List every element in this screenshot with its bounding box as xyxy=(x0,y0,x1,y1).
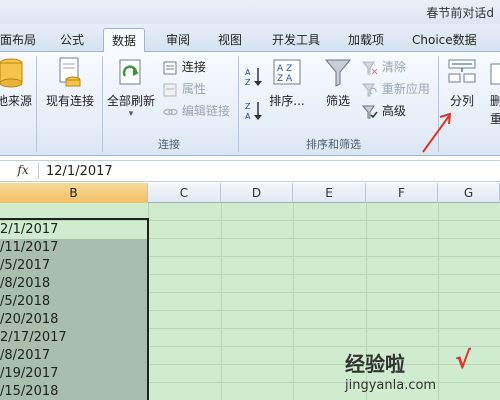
edit-links-label: 编辑链接 xyxy=(181,104,230,118)
column-headers: B C D E F G xyxy=(0,183,500,203)
reapply-label: 重新应用 xyxy=(381,82,430,96)
tab-review[interactable]: 审阅 xyxy=(166,28,190,52)
svg-text:A: A xyxy=(245,112,251,121)
dropdown-arrow-icon: ▾ xyxy=(128,109,134,119)
existing-connections-label: 现有连接 xyxy=(45,94,94,108)
clear-filter-label: 清除 xyxy=(381,60,406,74)
connection-icon xyxy=(163,61,177,74)
ribbon-tabs: 面布局 公式 数据 审阅 视图 开发工具 加载项 Choice数据 xyxy=(0,24,500,52)
clear-filter-button[interactable]: 清除 xyxy=(362,58,406,76)
column-header-b[interactable]: B xyxy=(0,183,148,203)
refresh-all-label: 全部刷新 xyxy=(106,94,155,108)
watermark-url: jingyanla.com xyxy=(345,378,437,393)
formula-bar: fx 12/1/2017 xyxy=(0,160,500,182)
column-header-d[interactable]: D xyxy=(221,183,293,203)
group-separator xyxy=(36,56,37,152)
column-header-g[interactable]: G xyxy=(438,183,500,203)
remove-duplicates-icon xyxy=(490,63,500,85)
connections-button[interactable]: 连接 xyxy=(162,58,206,76)
get-external-data-button[interactable]: 他来源 xyxy=(0,56,34,109)
svg-text:Z: Z xyxy=(245,78,251,87)
sort-dialog-icon: A Z Z A xyxy=(273,59,301,85)
get-external-data-label: 他来源 xyxy=(0,94,32,108)
text-to-columns-label: 分列 xyxy=(449,94,474,108)
svg-text:A Z: A Z xyxy=(277,64,292,74)
formula-bar-divider xyxy=(38,163,39,179)
grid-line xyxy=(293,203,294,400)
svg-text:A: A xyxy=(245,68,251,77)
properties-icon xyxy=(163,83,177,96)
sort-descending-button[interactable]: Z A xyxy=(244,100,264,121)
refresh-all-button[interactable]: 全部刷新 ▾ xyxy=(106,56,156,119)
properties-label: 属性 xyxy=(181,82,206,96)
clear-filter-icon xyxy=(362,61,378,74)
link-icon xyxy=(163,108,178,115)
watermark: 经验啦 √ jingyanla.com xyxy=(345,346,495,398)
watermark-check-icon: √ xyxy=(455,346,472,374)
svg-text:Z A: Z A xyxy=(277,74,293,84)
tab-choice-data[interactable]: Choice数据 xyxy=(412,28,477,52)
tab-formulas[interactable]: 公式 xyxy=(60,28,84,52)
remove-duplicates-button[interactable]: 删 重 xyxy=(486,56,500,128)
sort-filter-group-label: 排序和筛选 xyxy=(306,138,361,151)
filter-label: 筛选 xyxy=(325,94,350,108)
group-separator xyxy=(238,56,239,152)
selection-border xyxy=(0,218,149,400)
sort-ascending-icon: A Z xyxy=(245,68,262,87)
reapply-button[interactable]: 重新应用 xyxy=(362,80,430,98)
refresh-icon xyxy=(119,59,141,85)
existing-connections-button[interactable]: 现有连接 xyxy=(42,56,98,109)
window-title: 春节前对话d xyxy=(426,6,494,20)
properties-button[interactable]: 属性 xyxy=(162,80,206,98)
svg-text:Z: Z xyxy=(245,102,251,111)
reapply-icon xyxy=(362,83,377,96)
funnel-icon xyxy=(324,59,352,87)
advanced-filter-button[interactable]: 高级 xyxy=(362,102,406,120)
database-icon xyxy=(0,58,23,88)
sort-descending-icon: Z A xyxy=(245,102,262,121)
group-separator xyxy=(102,56,103,152)
title-bar: 春节前对话d xyxy=(0,0,500,24)
column-header-c[interactable]: C xyxy=(148,183,221,203)
connections-label: 连接 xyxy=(181,60,206,74)
column-header-e[interactable]: E xyxy=(293,183,366,203)
filter-button[interactable]: 筛选 xyxy=(318,56,358,109)
advanced-filter-label: 高级 xyxy=(381,104,406,118)
text-to-columns-icon xyxy=(448,59,476,83)
formula-input[interactable]: 12/1/2017 xyxy=(46,164,113,179)
remove-duplicates-label: 删 重 xyxy=(489,94,500,126)
tab-data[interactable]: 数据 xyxy=(103,28,146,52)
sort-button[interactable]: A Z Z A 排序... xyxy=(268,56,306,109)
edit-links-button[interactable]: 编辑链接 xyxy=(162,102,230,120)
document-icon xyxy=(59,57,81,87)
sort-label: 排序... xyxy=(269,94,305,108)
watermark-brand: 经验啦 xyxy=(345,352,405,376)
tab-developer[interactable]: 开发工具 xyxy=(272,28,320,52)
tab-addins[interactable]: 加载项 xyxy=(348,28,384,52)
connections-group-label: 连接 xyxy=(158,138,180,151)
text-to-columns-button[interactable]: 分列 xyxy=(442,56,482,109)
insert-function-icon[interactable]: fx xyxy=(12,163,34,179)
tab-page-layout[interactable]: 面布局 xyxy=(0,28,36,52)
grid-line xyxy=(221,203,222,400)
advanced-filter-icon xyxy=(362,105,378,118)
sort-ascending-button[interactable]: A Z xyxy=(244,66,264,87)
annotation-arrow-icon xyxy=(422,112,452,153)
column-header-f[interactable]: F xyxy=(366,183,438,203)
tab-view[interactable]: 视图 xyxy=(218,28,242,52)
